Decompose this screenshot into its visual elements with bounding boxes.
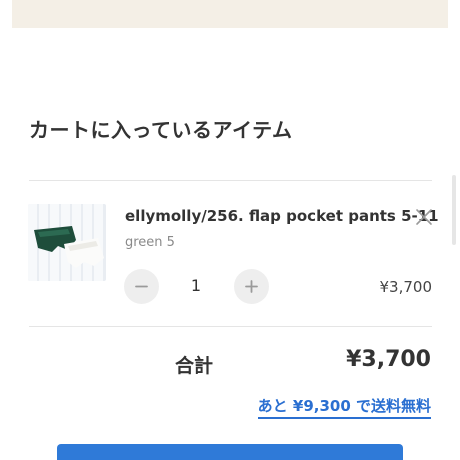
increase-quantity-button[interactable]: [234, 269, 269, 304]
product-name[interactable]: ellymolly/256. flap pocket pants 5-11: [125, 207, 439, 225]
free-shipping-link[interactable]: あと ¥9,300 で送料無料: [257, 395, 431, 419]
scroll-indicator[interactable]: [452, 175, 456, 245]
product-thumbnail[interactable]: [28, 204, 106, 281]
divider: [29, 180, 432, 181]
top-banner: [12, 0, 448, 28]
divider: [29, 326, 432, 327]
quantity-value: 1: [190, 276, 202, 295]
close-icon: [416, 209, 432, 225]
decrease-quantity-button[interactable]: [124, 269, 159, 304]
cart-heading: カートに入っているアイテム: [29, 118, 293, 142]
total-value: ¥3,700: [346, 347, 431, 372]
remove-item-button[interactable]: [410, 203, 438, 231]
minus-icon: [135, 285, 148, 288]
item-price: ¥3,700: [379, 278, 433, 296]
product-variant: green 5: [125, 235, 175, 250]
plus-icon: [245, 280, 258, 293]
total-label: 合計: [175, 355, 214, 377]
product-photo: [28, 204, 106, 281]
checkout-button[interactable]: [57, 444, 403, 460]
